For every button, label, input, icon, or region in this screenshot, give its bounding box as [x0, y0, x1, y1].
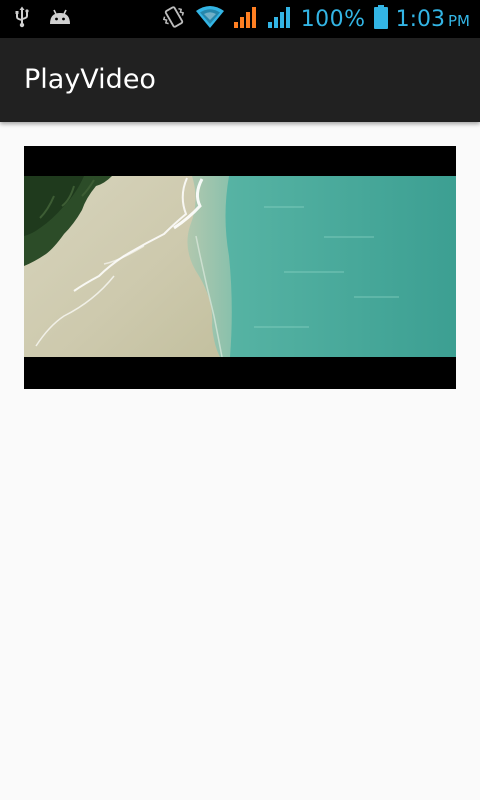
clock: 1:03 PM: [396, 7, 470, 32]
usb-icon: [14, 6, 30, 32]
wifi-icon: [195, 5, 225, 33]
battery-icon: [373, 5, 388, 33]
page-title: PlayVideo: [24, 64, 156, 95]
android-icon: [48, 8, 72, 30]
signal-blue-icon: [267, 5, 293, 33]
video-frame: [24, 176, 456, 357]
app-bar: PlayVideo: [0, 38, 480, 122]
video-player[interactable]: [24, 146, 456, 389]
clock-time: 1:03: [395, 6, 445, 32]
clock-ampm: PM: [448, 11, 470, 30]
signal-orange-icon: [233, 5, 259, 33]
battery-percent: 100%: [300, 6, 366, 32]
status-bar: 100% 1:03 PM: [0, 0, 480, 38]
status-right-icons: 100% 1:03 PM: [161, 0, 470, 38]
vibrate-icon: [161, 4, 187, 34]
status-left-icons: [14, 6, 72, 32]
